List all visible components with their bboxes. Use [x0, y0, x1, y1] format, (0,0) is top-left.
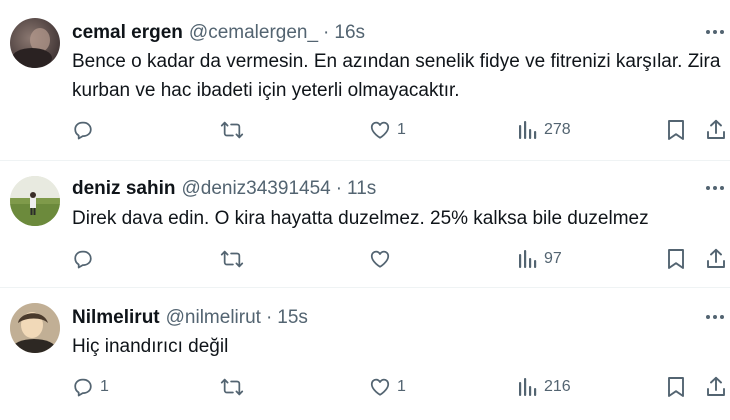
reply-button[interactable] — [72, 118, 100, 142]
more-icon[interactable] — [700, 22, 730, 42]
view-count: 278 — [544, 121, 571, 138]
retweet-button[interactable] — [220, 118, 250, 142]
share-icon — [707, 248, 725, 268]
reply-count: 1 — [100, 378, 109, 395]
display-name[interactable]: Nilmelirut — [72, 307, 160, 329]
share-button[interactable] — [706, 118, 726, 142]
tweet-header: cemal ergen @cemalergen_ · 16s — [72, 22, 365, 46]
like-button[interactable]: 1 — [369, 118, 406, 142]
bookmark-button[interactable] — [666, 375, 686, 399]
display-name[interactable]: deniz sahin — [72, 178, 175, 200]
separator-dot: · — [265, 307, 273, 328]
views-icon — [519, 378, 537, 396]
separator-dot: · — [335, 178, 343, 199]
views-icon — [519, 121, 537, 139]
tweet[interactable]: cemal ergen @cemalergen_ · 16s Bence o k… — [0, 0, 730, 160]
reply-button[interactable] — [72, 247, 100, 271]
timestamp[interactable]: 16s — [334, 22, 365, 44]
avatar[interactable] — [10, 176, 60, 226]
bookmark-icon — [668, 120, 684, 140]
retweet-button[interactable] — [220, 375, 250, 399]
user-handle[interactable]: @cemalergen_ — [189, 22, 318, 44]
like-button[interactable]: 1 — [369, 375, 406, 399]
tweet[interactable]: Nilmelirut @nilmelirut · 15s Hiç inandır… — [0, 288, 730, 420]
reply-feed: cemal ergen @cemalergen_ · 16s Bence o k… — [0, 0, 730, 420]
tweet[interactable]: deniz sahin @deniz34391454 · 11s Direk d… — [0, 161, 730, 287]
bookmark-icon — [668, 377, 684, 397]
share-icon — [707, 119, 725, 139]
tweet-text-line: kurban ve hac ibadeti için yeterli olmay… — [72, 80, 460, 101]
bookmark-icon — [668, 249, 684, 269]
share-button[interactable] — [706, 375, 726, 399]
heart-icon — [370, 121, 390, 139]
avatar[interactable] — [10, 303, 60, 353]
heart-icon — [370, 378, 390, 396]
tweet-text-line: Direk dava edin. O kira hayatta duzelmez… — [72, 208, 649, 229]
reply-icon — [74, 250, 92, 269]
retweet-button[interactable] — [220, 247, 250, 271]
user-handle[interactable]: @nilmelirut — [166, 307, 261, 329]
heart-icon — [370, 250, 390, 268]
retweet-icon — [220, 121, 244, 139]
bookmark-button[interactable] — [666, 118, 686, 142]
tweet-header: Nilmelirut @nilmelirut · 15s — [72, 307, 308, 331]
like-button[interactable] — [369, 247, 397, 271]
tweet-text-line: Bence o kadar da vermesin. En azından se… — [72, 51, 721, 72]
bookmark-button[interactable] — [666, 247, 686, 271]
views-icon — [519, 250, 537, 268]
like-count: 1 — [397, 121, 406, 138]
view-count: 216 — [544, 378, 571, 395]
retweet-icon — [220, 378, 244, 396]
share-icon — [707, 376, 725, 396]
share-button[interactable] — [706, 247, 726, 271]
avatar[interactable] — [10, 18, 60, 68]
tweet-text: Hiç inandırıcı değil — [72, 332, 722, 361]
views-button[interactable]: 97 — [518, 247, 562, 271]
reply-button[interactable]: 1 — [72, 375, 109, 399]
more-icon[interactable] — [700, 178, 730, 198]
user-handle[interactable]: @deniz34391454 — [181, 178, 330, 200]
retweet-icon — [220, 250, 244, 268]
display-name[interactable]: cemal ergen — [72, 22, 183, 44]
view-count: 97 — [544, 250, 562, 267]
timestamp[interactable]: 15s — [277, 307, 308, 329]
reply-icon — [74, 121, 92, 140]
tweet-text: Direk dava edin. O kira hayatta duzelmez… — [72, 204, 722, 233]
views-button[interactable]: 278 — [518, 118, 571, 142]
views-button[interactable]: 216 — [518, 375, 571, 399]
timestamp[interactable]: 11s — [347, 178, 376, 200]
separator-dot: · — [323, 22, 330, 43]
reply-icon — [74, 378, 92, 397]
tweet-header: deniz sahin @deniz34391454 · 11s — [72, 178, 376, 202]
tweet-text: Bence o kadar da vermesin. En azından se… — [72, 47, 722, 105]
like-count: 1 — [397, 378, 406, 395]
more-icon[interactable] — [700, 307, 730, 327]
tweet-text-line: Hiç inandırıcı değil — [72, 336, 229, 357]
